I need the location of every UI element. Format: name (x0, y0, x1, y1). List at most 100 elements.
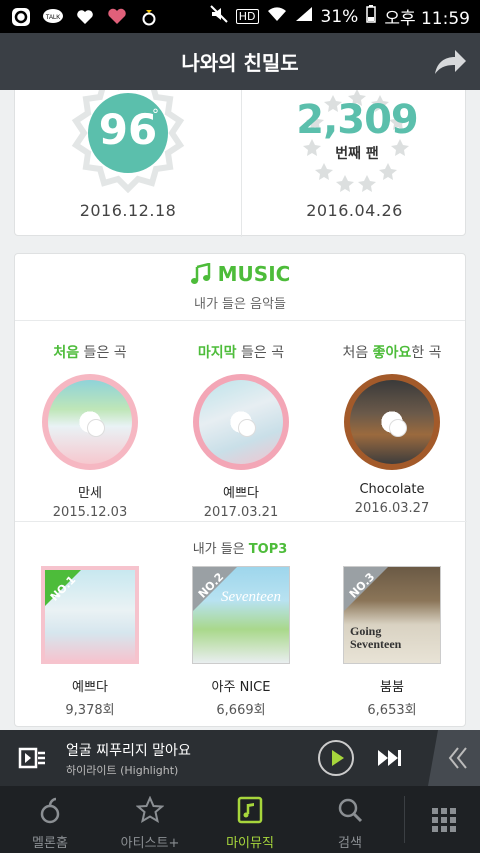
collapse-player-button[interactable] (428, 730, 480, 786)
star-icon (136, 796, 164, 824)
share-button[interactable] (432, 45, 468, 79)
music-header: MUSIC 내가 들은 음악들 (15, 254, 465, 321)
last-played-song[interactable]: 마지막 들은 곡 예쁘다 2017.03.21 (166, 322, 316, 520)
top3-heading: 내가 들은 TOP3 (15, 538, 465, 557)
play-count: 6,653회 (367, 703, 417, 718)
page-title: 나와의 친밀도 (181, 51, 299, 75)
play-count: 9,378회 (65, 703, 115, 718)
music-subtitle: 내가 들은 음악들 (194, 297, 286, 312)
music-title: MUSIC (190, 262, 291, 286)
temperature-stat: 96 ° 2016.12.18 (15, 90, 241, 237)
album-cover: NO.2 Seventeen (192, 566, 290, 664)
mini-player[interactable]: 얼굴 찌푸리지 말아요 하이라이트 (Highlight) (0, 730, 480, 786)
album-cover: NO.1 (41, 566, 139, 664)
next-button[interactable] (376, 746, 404, 770)
battery-text: 31% (320, 6, 359, 27)
wifi-icon (267, 6, 287, 27)
playlist-icon[interactable] (18, 746, 46, 770)
nav-label: 멜론홈 (32, 836, 68, 851)
nav-search[interactable]: 검색 (300, 786, 400, 853)
status-bar: TALK HD 31% 오후 11:59 (0, 0, 480, 33)
nav-melon-home[interactable]: 멜론홈 (0, 786, 100, 853)
disc-hole (238, 419, 256, 437)
my-music-icon (237, 796, 263, 824)
music-card: MUSIC 내가 들은 음악들 처음 들은 곡 만세 2015.12.03 마지… (14, 253, 467, 727)
fan-date: 2016.04.26 (306, 201, 403, 220)
g-app-icon (10, 6, 32, 28)
song-title: 예쁘다 (223, 486, 259, 501)
double-chevron-left-icon (428, 730, 467, 786)
title-bar: 나와의 친밀도 (0, 33, 480, 90)
bottom-nav: 멜론홈 아티스트+ 마이뮤직 검색 (0, 786, 480, 853)
music-note-icon (190, 263, 210, 284)
top3-item[interactable]: NO.1 예쁘다 9,378회 (15, 566, 165, 718)
fan-number: 2,309 (296, 97, 419, 143)
top3-item[interactable]: NO.2 Seventeen 아주 NICE 6,669회 (166, 566, 316, 718)
first-liked-pre: 처음 (342, 345, 373, 361)
now-playing-title: 얼굴 찌푸리지 말아요 (66, 743, 191, 759)
top3-pre: 내가 들은 (192, 542, 249, 557)
top3-highlight: TOP3 (248, 542, 288, 557)
album-cover: NO.3 Going Seventeen (343, 566, 441, 664)
last-played-rest: 들은 곡 (236, 345, 285, 361)
mute-icon (210, 5, 228, 28)
album-text: Seventeen (221, 589, 281, 605)
song-title: 만세 (78, 486, 102, 501)
heart-icon (74, 6, 96, 28)
first-liked-song[interactable]: 처음 좋아요한 곡 Chocolate 2016.03.27 (317, 322, 467, 516)
disc-row: 처음 들은 곡 만세 2015.12.03 마지막 들은 곡 예쁘다 2017.… (15, 322, 467, 522)
nav-label: 검색 (338, 836, 362, 851)
content-area[interactable]: 96 ° 2016.12.18 2,309 번째 팬 2016.04.26 MU… (0, 90, 480, 730)
temperature-badge: 96 ° (66, 90, 190, 194)
first-liked-highlight: 좋아요 (372, 345, 412, 361)
fan-label: 번째 팬 (335, 146, 379, 162)
fan-stat: 2,309 번째 팬 2016.04.26 (241, 90, 467, 237)
more-menu-button[interactable] (424, 786, 480, 853)
album-disc (42, 374, 138, 470)
melon-home-icon (40, 797, 60, 824)
kakaotalk-icon: TALK (42, 6, 64, 28)
song-date: 2016.03.27 (354, 501, 430, 516)
music-title-text: MUSIC (217, 262, 291, 286)
song-date: 2017.03.21 (203, 505, 279, 520)
temperature-value: 96 (98, 105, 158, 154)
nav-divider (404, 796, 405, 843)
last-played-label: 마지막 들은 곡 (166, 342, 316, 362)
rank-ribbon-icon (45, 570, 81, 606)
play-button[interactable] (318, 740, 354, 776)
song-title: 아주 NICE (211, 680, 271, 695)
search-icon (338, 798, 363, 823)
first-liked-label: 처음 좋아요한 곡 (317, 342, 467, 362)
top3-item[interactable]: NO.3 Going Seventeen 붐붐 6,653회 (317, 566, 467, 718)
svg-text:TALK: TALK (46, 15, 61, 21)
nav-label: 마이뮤직 (226, 836, 274, 851)
album-disc (193, 374, 289, 470)
ring-icon (138, 6, 160, 28)
skip-next-icon (378, 750, 401, 766)
album-text: Going Seventeen (350, 624, 402, 651)
nav-my-music[interactable]: 마이뮤직 (200, 786, 300, 853)
song-title: 붐붐 (380, 680, 404, 695)
song-title: 예쁘다 (72, 680, 108, 695)
last-played-highlight: 마지막 (197, 345, 237, 361)
song-date: 2015.12.03 (52, 505, 128, 520)
temperature-date: 2016.12.18 (79, 201, 177, 220)
first-played-rest: 들은 곡 (79, 345, 127, 361)
clock: 오후 11:59 (384, 9, 470, 29)
first-played-highlight: 처음 (53, 345, 80, 361)
fan-badge: 2,309 번째 팬 (296, 90, 419, 193)
share-arrow-icon (435, 50, 466, 74)
song-title: Chocolate (359, 482, 425, 497)
first-played-song[interactable]: 처음 들은 곡 만세 2015.12.03 (15, 322, 165, 520)
first-liked-rest: 한 곡 (411, 345, 442, 361)
battery-icon (366, 5, 377, 28)
hd-badge: HD (235, 9, 259, 24)
nav-artist-plus[interactable]: 아티스트+ (100, 786, 200, 853)
play-count: 6,669회 (216, 703, 266, 718)
heart-icon (106, 6, 128, 28)
now-playing-artist: 하이라이트 (Highlight) (66, 764, 179, 777)
grid-icon (432, 808, 456, 832)
album-disc (344, 374, 440, 470)
intimacy-card: 96 ° 2016.12.18 2,309 번째 팬 2016.04.26 (14, 90, 467, 237)
degree-symbol: ° (152, 107, 159, 123)
